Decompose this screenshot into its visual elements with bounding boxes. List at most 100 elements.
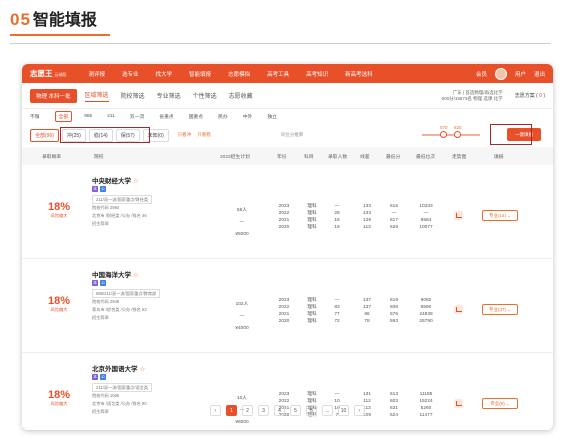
page-button[interactable]: 5 <box>290 405 301 416</box>
cell: 理科 <box>307 211 317 216</box>
cell: 129 <box>362 218 371 223</box>
category-item[interactable]: 民办 <box>218 113 228 120</box>
only-rush-link[interactable]: 只看冲 <box>178 132 192 138</box>
nav-item-knowledge[interactable]: 高考知识 <box>306 70 328 78</box>
cell: 19 <box>334 225 340 230</box>
page-button[interactable]: 4 <box>274 405 285 416</box>
university-name[interactable]: 北京外国语大学 ☆ <box>92 363 145 373</box>
cell: 86 <box>364 312 370 317</box>
category-item[interactable]: 国重点 <box>189 113 203 120</box>
trend-chart-icon[interactable] <box>454 305 463 314</box>
header-cell: 录取人数 <box>328 154 348 160</box>
category-item[interactable]: 省重点 <box>159 113 173 120</box>
chip-all[interactable]: 全部(96) <box>30 128 59 142</box>
university-name[interactable]: 中央财经大学 ☆ <box>92 175 139 185</box>
tag-icon: 本 <box>92 186 98 192</box>
university-name[interactable]: 中国海洋大学 ☆ <box>92 269 139 279</box>
cell: 2023 <box>278 392 290 397</box>
category-item[interactable]: 双一流 <box>130 113 144 120</box>
category-item[interactable]: 985 <box>84 114 92 119</box>
favorite-star-icon[interactable]: ☆ <box>140 366 146 373</box>
probability-value: 18% <box>48 295 71 307</box>
risk-filter-row: 全部(96) 冲(25) 稳(14) 保(57) 未知(0) 只看冲 只看稳 同… <box>22 123 553 147</box>
category-item[interactable]: 中外 <box>243 113 253 120</box>
cell: 10 <box>334 399 340 404</box>
tab-personal[interactable]: 个性筛选 <box>193 91 217 100</box>
trend-chart-icon[interactable] <box>454 211 463 220</box>
province-select[interactable]: 物理 本科一批 <box>30 88 77 103</box>
cell: 2020 <box>278 319 290 324</box>
cell: 77 <box>334 312 340 317</box>
page-button[interactable]: ... <box>322 405 333 416</box>
cell: 理科 <box>307 204 317 209</box>
pagination: ‹ 1 2 3 4 5 6... 10 › <box>22 405 553 416</box>
page-button[interactable]: 2 <box>242 405 253 416</box>
major-select-button[interactable]: 专业(14) ⌄ <box>482 210 518 221</box>
cell: 16 <box>334 218 340 223</box>
logo[interactable]: 志愿王 云端版 <box>30 68 67 79</box>
page-button[interactable]: 10 <box>338 405 349 416</box>
cell: 83 <box>334 305 340 310</box>
admits-column: — 83 77 72 <box>325 297 349 325</box>
cell: 133 <box>362 211 371 216</box>
favorite-star-icon[interactable]: ☆ <box>133 272 139 279</box>
category-item[interactable]: 不限 <box>30 113 40 120</box>
logout-link[interactable]: 退出 <box>534 70 545 78</box>
cell: 理科 <box>307 319 317 324</box>
cell: 72 <box>334 319 340 324</box>
cell: 2020 <box>278 225 290 230</box>
tab-region[interactable]: 区域筛选 <box>84 90 109 102</box>
major-select-button[interactable]: 专业(37) ⌄ <box>482 304 518 315</box>
university-location: 青岛市 /综合类 /公办 /排名 62 <box>92 307 147 312</box>
cell: — <box>334 204 340 209</box>
score-slider[interactable]: 570 620 <box>422 125 480 138</box>
avatar[interactable] <box>494 67 507 80</box>
header-cell: 最低分 <box>386 154 401 160</box>
tab-major[interactable]: 专业筛选 <box>157 91 181 100</box>
cell: 11185 <box>419 392 433 397</box>
tab-favorites[interactable]: 志愿收藏 <box>229 91 253 100</box>
tag-icon: 公 <box>100 186 106 192</box>
plan-count[interactable]: 志愿方案 ( 0 ) <box>515 92 545 99</box>
next-page-button[interactable]: › <box>354 405 365 416</box>
category-item-selected[interactable]: 全部 <box>54 110 73 122</box>
admission-brochure-link[interactable]: 招生简章 <box>92 221 109 226</box>
screenshot-frame: 志愿王 云端版 测评报 选专业 找大学 智能填报 志愿模拟 高考工具 高考知识 新… <box>22 64 553 430</box>
tag-icon: 本 <box>92 280 98 286</box>
nav-item-test[interactable]: 测评报 <box>89 70 106 78</box>
cell: 603 <box>389 399 398 404</box>
category-item[interactable]: 211 <box>107 114 115 119</box>
slider-min-knob[interactable] <box>440 131 447 138</box>
nav-item-subjects[interactable]: 新高考选科 <box>345 70 373 78</box>
tab-school[interactable]: 院校筛选 <box>121 91 145 100</box>
admission-brochure-link[interactable]: 招生简章 <box>92 315 109 320</box>
cell: 628 <box>389 225 398 230</box>
header-cell: 年份 <box>277 154 287 160</box>
highlight-box <box>490 124 532 145</box>
university-code: 院校代码 2984 <box>92 205 120 210</box>
favorite-star-icon[interactable]: ☆ <box>133 178 139 185</box>
header-cell: 走势图 <box>452 154 467 160</box>
slider-max-knob[interactable] <box>454 131 461 138</box>
nav-item-smart-fill[interactable]: 智能填报 <box>189 70 211 78</box>
nav-item-tools[interactable]: 高考工具 <box>267 70 289 78</box>
nav-item-major[interactable]: 选专业 <box>122 70 139 78</box>
cell: 25790 <box>419 319 433 324</box>
header-cell: 线差 <box>360 154 370 160</box>
university-code: 院校代码 1065 <box>92 393 120 398</box>
mins-column: 615 — 617 628 <box>382 203 406 231</box>
section-title: 智能填报 <box>32 12 97 29</box>
university-details: 985/211/双一流/国家重点/教育部 院校代码 2948 青岛市 /综合类 /公… <box>92 289 222 322</box>
member-link[interactable]: 会员 <box>476 70 487 78</box>
nav-item-university[interactable]: 找大学 <box>156 70 173 78</box>
only-stable-link[interactable]: 只看稳 <box>197 132 211 138</box>
page-button[interactable]: 3 <box>258 405 269 416</box>
category-item[interactable]: 独立 <box>267 113 277 120</box>
university-code: 院校代码 2948 <box>92 299 120 304</box>
nav-item-simulate[interactable]: 志愿模拟 <box>228 70 250 78</box>
user-link[interactable]: 用户 <box>515 70 526 78</box>
prev-page-button[interactable]: ‹ <box>210 405 221 416</box>
header-cell: 2023招生计划 <box>220 154 250 160</box>
page-button[interactable]: 1 <box>226 405 237 416</box>
page-button[interactable]: 6 <box>306 405 317 416</box>
